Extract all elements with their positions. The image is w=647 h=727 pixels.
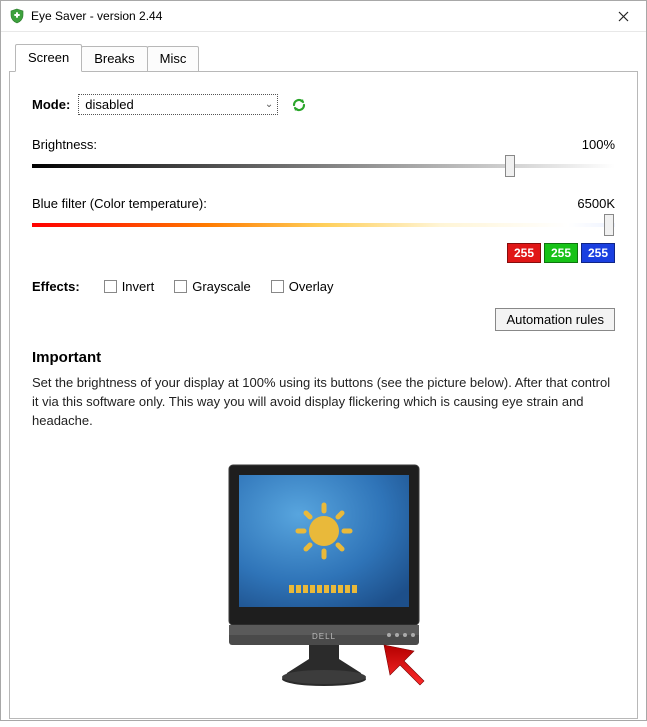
app-window: Eye Saver - version 2.44 Screen Breaks M… [0, 0, 647, 721]
grayscale-label: Grayscale [192, 279, 251, 294]
close-button[interactable] [601, 1, 646, 31]
invert-label: Invert [122, 279, 155, 294]
important-heading: Important [32, 349, 615, 366]
rgb-b-box: 255 [581, 243, 615, 263]
bluefilter-slider[interactable] [32, 223, 615, 227]
checkbox-overlay[interactable]: Overlay [271, 279, 334, 294]
brightness-value: 100% [582, 137, 615, 152]
mode-dropdown[interactable]: disabled ⌄ [78, 94, 278, 115]
tab-page-screen: Mode: disabled ⌄ Brightness: 100% [9, 71, 638, 719]
automation-rules-button[interactable]: Automation rules [495, 308, 615, 331]
bluefilter-value: 6500K [577, 196, 615, 211]
checkbox-box-icon [174, 280, 187, 293]
bluefilter-thumb[interactable] [604, 214, 614, 236]
checkbox-grayscale[interactable]: Grayscale [174, 279, 251, 294]
brightness-row-head: Brightness: 100% [32, 137, 615, 152]
chevron-down-icon: ⌄ [265, 99, 273, 110]
automation-row: Automation rules [32, 308, 615, 331]
app-shield-icon [9, 8, 25, 24]
tab-breaks[interactable]: Breaks [81, 46, 147, 72]
monitor-illustration: DELL [32, 457, 615, 687]
important-text: Set the brightness of your display at 10… [32, 374, 615, 431]
tab-screen[interactable]: Screen [15, 44, 82, 72]
mode-value: disabled [85, 97, 133, 112]
checkbox-box-icon [271, 280, 284, 293]
red-arrow-icon [376, 637, 430, 691]
rgb-readout: 255 255 255 [32, 243, 615, 263]
bluefilter-label: Blue filter (Color temperature): [32, 196, 207, 211]
brightness-thumb[interactable] [505, 155, 515, 177]
effects-label: Effects: [32, 279, 80, 294]
tab-misc[interactable]: Misc [147, 46, 200, 72]
tab-strip: Screen Breaks Misc [9, 44, 638, 72]
overlay-label: Overlay [289, 279, 334, 294]
svg-text:DELL: DELL [311, 632, 335, 641]
refresh-icon[interactable] [290, 96, 308, 114]
titlebar: Eye Saver - version 2.44 [1, 1, 646, 32]
effects-row: Effects: Invert Grayscale Overlay [32, 279, 615, 294]
checkbox-box-icon [104, 280, 117, 293]
brightness-label: Brightness: [32, 137, 97, 152]
rgb-r-box: 255 [507, 243, 541, 263]
client-area: Screen Breaks Misc Mode: disabled ⌄ [1, 32, 646, 727]
checkbox-invert[interactable]: Invert [104, 279, 155, 294]
mode-row: Mode: disabled ⌄ [32, 94, 615, 115]
rgb-g-box: 255 [544, 243, 578, 263]
window-title: Eye Saver - version 2.44 [31, 9, 601, 23]
brightness-slider[interactable] [32, 164, 615, 168]
mode-label: Mode: [32, 97, 70, 112]
bluefilter-row-head: Blue filter (Color temperature): 6500K [32, 196, 615, 211]
